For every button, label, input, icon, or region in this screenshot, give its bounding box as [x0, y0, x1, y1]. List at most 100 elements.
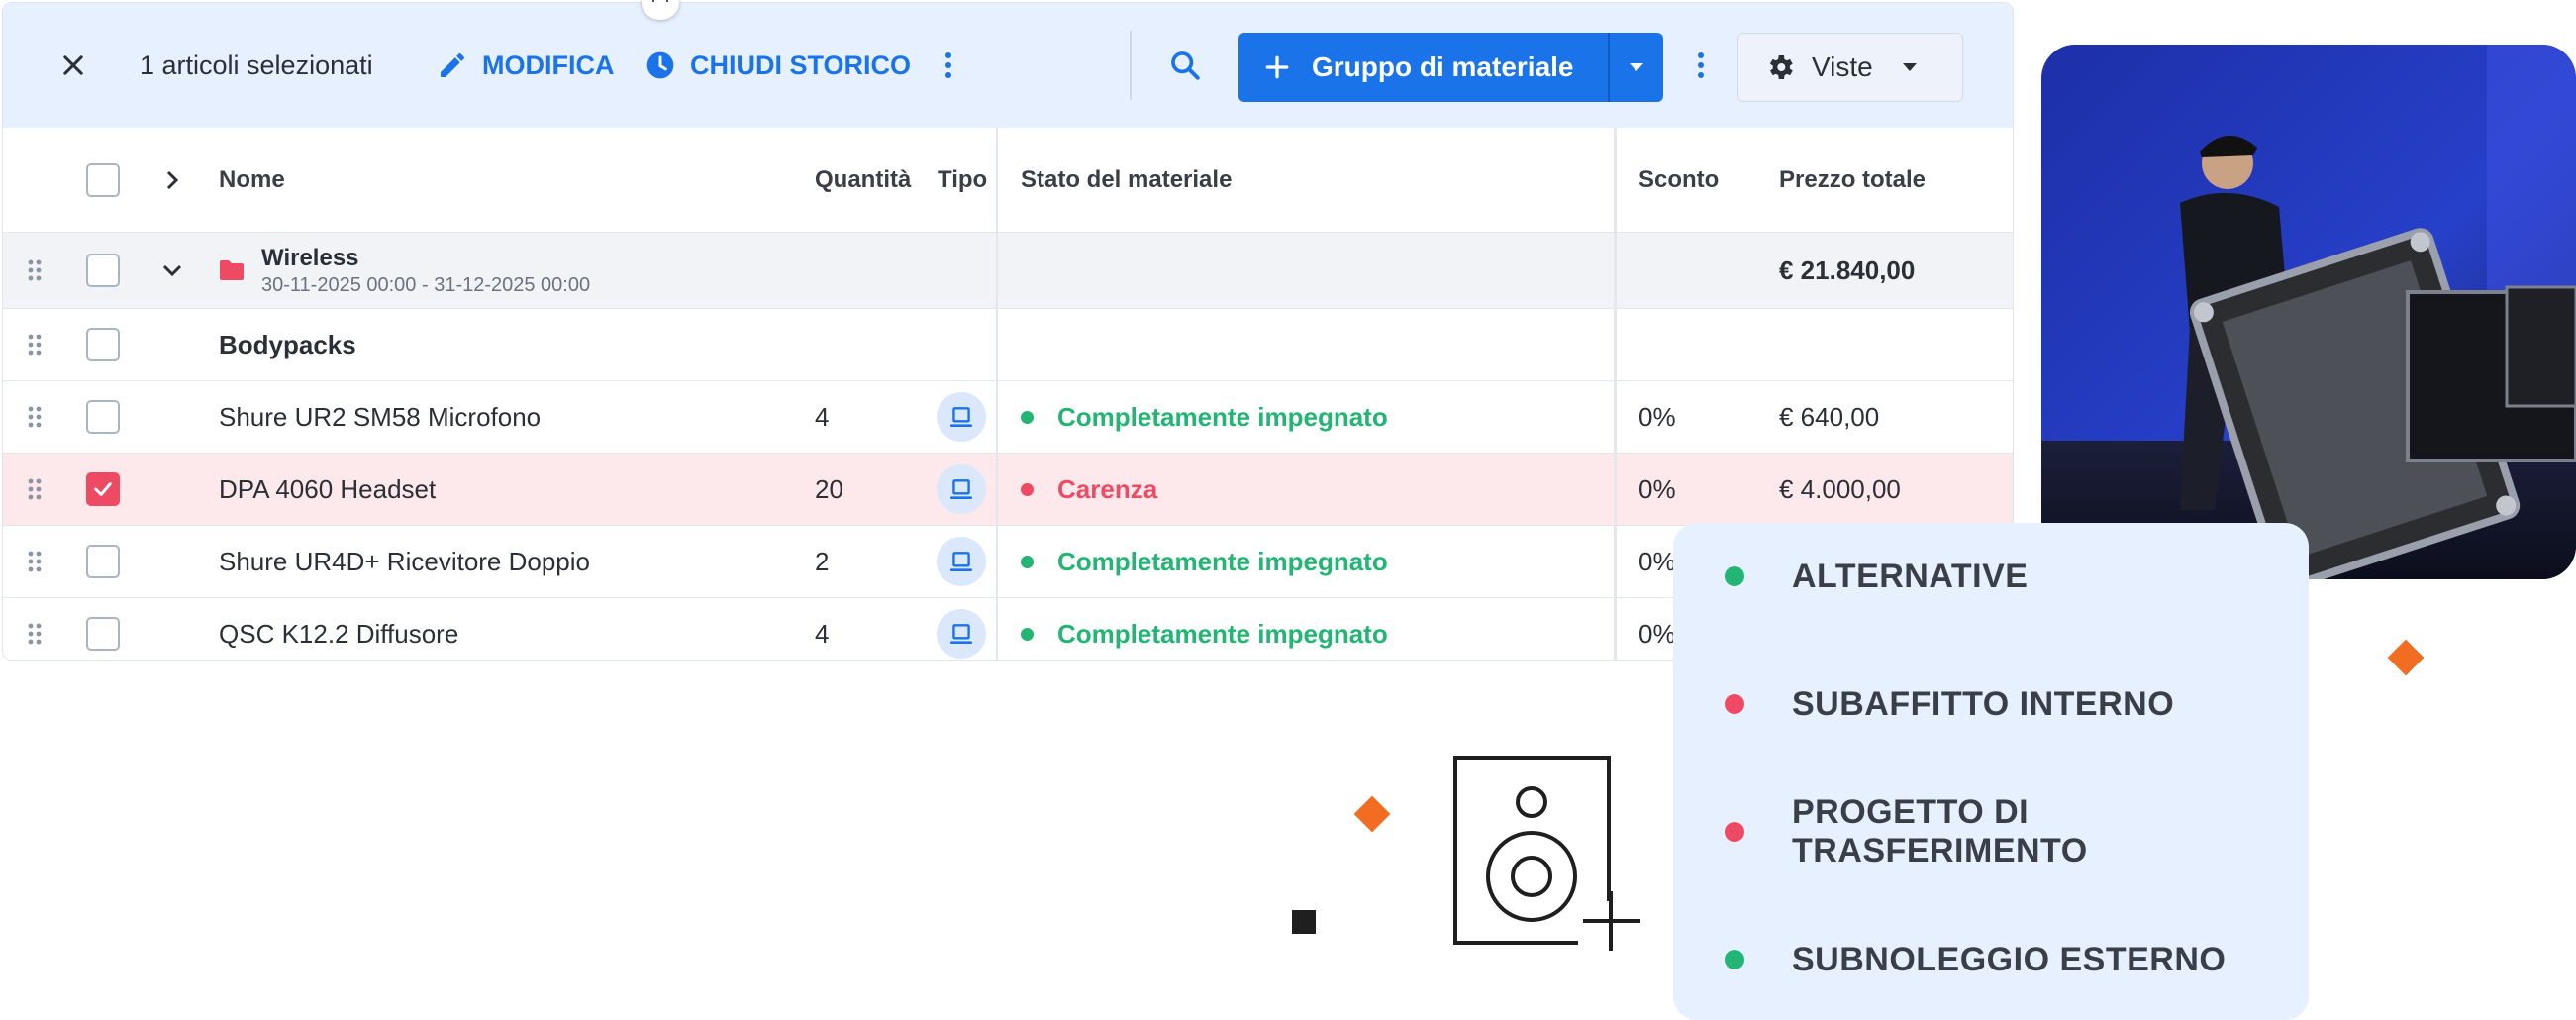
group-row-wireless[interactable]: Wireless 30-11-2025 00:00 - 31-12-2025 0…	[3, 233, 2013, 309]
type-badge	[937, 392, 986, 442]
column-header-total-price[interactable]: Prezzo totale	[1779, 128, 1926, 232]
checkbox-box	[86, 545, 120, 578]
item-type-button[interactable]	[934, 381, 989, 453]
edit-button[interactable]: MODIFICA	[437, 3, 614, 128]
close-selection-button[interactable]	[52, 3, 94, 128]
item-discount: 0%	[1638, 473, 1676, 504]
subgroup-name: Bodypacks	[219, 329, 356, 359]
caret-down-icon	[1629, 63, 1643, 71]
subgroup-row-bodypacks[interactable]: Bodypacks	[3, 309, 2013, 381]
item-status: Completamente impegnato	[1021, 526, 1388, 597]
item-status-label: Completamente impegnato	[1057, 546, 1388, 576]
item-quantity: 20	[815, 473, 843, 504]
collapse-group-button[interactable]	[157, 233, 187, 308]
speaker-add-icon	[1447, 753, 1645, 956]
table-row[interactable]: Shure UR2 SM58 Microfono 4 Completamente…	[3, 381, 2013, 454]
checkbox-box	[86, 254, 120, 287]
row-checkbox[interactable]	[84, 381, 122, 453]
green-dot	[1725, 566, 1744, 586]
item-price: € 4.000,00	[1779, 473, 1901, 504]
laptop-icon	[949, 479, 973, 499]
drag-handle[interactable]	[25, 526, 45, 597]
status-dot	[1021, 410, 1034, 424]
select-all-checkbox[interactable]	[84, 128, 122, 232]
toolbar-divider	[1130, 31, 1132, 100]
alternative-option[interactable]: ALTERNATIVE	[1673, 547, 2309, 606]
item-type-button[interactable]	[934, 454, 989, 525]
drag-handle[interactable]	[25, 598, 45, 660]
expand-panel-handle[interactable]	[642, 0, 679, 20]
folder-icon	[220, 260, 244, 280]
internal-sublet-label: SUBAFFITTO INTERNO	[1792, 684, 2175, 723]
orange-diamond-decoration	[2387, 639, 2425, 676]
photo-illustration	[2041, 45, 2576, 579]
item-status-label: Completamente impegnato	[1057, 618, 1388, 649]
checkmark-icon	[94, 482, 112, 496]
column-header-quantity[interactable]: Quantità (	[815, 128, 916, 232]
table-header: Nome Quantità ( Tipo Stato del materiale…	[3, 128, 2013, 233]
column-header-type[interactable]: Tipo	[938, 128, 987, 232]
type-badge	[937, 609, 986, 659]
transfer-project-option[interactable]: PROGETTO DI TRASFERIMENTO	[1673, 793, 2309, 869]
search-icon	[1171, 51, 1200, 80]
drag-handle-icon	[28, 334, 42, 356]
item-name: DPA 4060 Headset	[219, 473, 437, 504]
gear-icon	[1769, 55, 1793, 79]
drag-handle-icon	[28, 259, 42, 281]
group-date-range: 30-11-2025 00:00 - 31-12-2025 00:00	[261, 273, 591, 296]
column-header-name[interactable]: Nome	[219, 128, 285, 232]
item-status: Completamente impegnato	[1021, 381, 1388, 453]
drag-handle[interactable]	[25, 309, 45, 380]
row-checkbox[interactable]	[84, 598, 122, 660]
laptop-icon	[949, 407, 973, 427]
item-discount: 0%	[1638, 401, 1676, 432]
add-material-group-button[interactable]: Gruppo di materiale	[1238, 33, 1608, 102]
row-checkbox[interactable]	[84, 309, 122, 380]
more-options-button[interactable]	[934, 3, 963, 128]
expand-all-button[interactable]	[157, 128, 187, 232]
green-dot	[1725, 950, 1744, 969]
row-checkbox[interactable]	[84, 526, 122, 597]
group-total: € 21.840,00	[1779, 255, 1916, 285]
drag-handle[interactable]	[25, 454, 45, 525]
column-header-status[interactable]: Stato del materiale	[1021, 128, 1232, 232]
column-header-discount[interactable]: Sconto	[1638, 128, 1719, 232]
row-checkbox[interactable]	[84, 233, 122, 308]
chevron-right-icon	[166, 170, 179, 189]
transfer-project-label: PROGETTO DI TRASFERIMENTO	[1792, 793, 2088, 869]
item-quantity: 4	[815, 618, 830, 649]
external-sublet-option[interactable]: SUBNOLEGGIO ESTERNO	[1673, 930, 2309, 989]
checkbox-box	[86, 162, 120, 197]
search-button[interactable]	[1161, 3, 1209, 128]
row-checkbox-checked[interactable]	[84, 454, 122, 525]
selection-toolbar: 1 articoli selezionati MODIFICA CHIUDI S…	[3, 3, 2013, 129]
add-material-group-split-button: Gruppo di materiale	[1238, 33, 1663, 102]
drag-handle[interactable]	[25, 233, 45, 308]
item-discount: 0%	[1638, 546, 1676, 576]
edit-label: MODIFICA	[482, 50, 615, 80]
add-options-dropdown-button[interactable]	[1607, 33, 1663, 102]
red-dot	[1725, 694, 1744, 714]
item-status-label: Completamente impegnato	[1057, 401, 1388, 432]
internal-sublet-option[interactable]: SUBAFFITTO INTERNO	[1673, 674, 2309, 734]
checkbox-box	[86, 400, 120, 434]
group-name: Wireless	[261, 244, 359, 271]
item-type-button[interactable]	[934, 598, 989, 660]
item-type-button[interactable]	[934, 526, 989, 597]
close-history-button[interactable]: CHIUDI STORICO	[644, 3, 911, 128]
status-dot	[1021, 627, 1034, 641]
more-vertical-icon	[945, 52, 951, 78]
plus-icon	[1265, 55, 1289, 79]
item-name: Shure UR2 SM58 Microfono	[219, 401, 542, 432]
external-sublet-label: SUBNOLEGGIO ESTERNO	[1792, 940, 2227, 978]
group-title: Wireless 30-11-2025 00:00 - 31-12-2025 0…	[261, 233, 590, 308]
views-dropdown[interactable]: Viste	[1737, 33, 1963, 102]
table-row-selected[interactable]: DPA 4060 Headset 20 Carenza 0% € 4.000,0…	[3, 454, 2013, 526]
close-icon	[63, 55, 83, 75]
red-dot	[1725, 822, 1744, 842]
item-price: € 640,00	[1779, 401, 1880, 432]
more-actions-button[interactable]	[1686, 3, 1716, 128]
drag-handle[interactable]	[25, 381, 45, 453]
status-dot	[1021, 482, 1034, 496]
drag-handle-icon	[28, 623, 42, 645]
